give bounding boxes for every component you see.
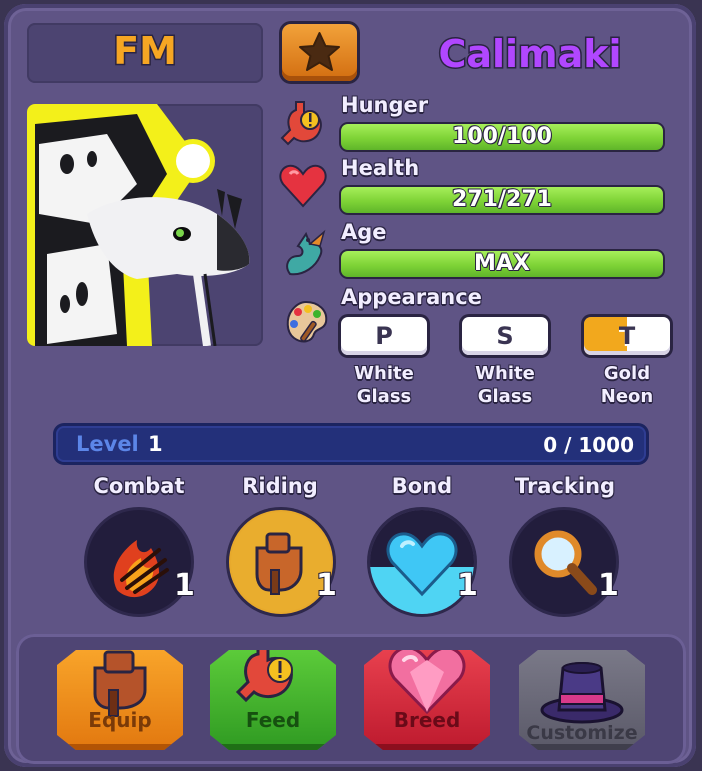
hunger-bar: 100/100 xyxy=(341,124,663,150)
age-bar: MAX xyxy=(341,251,663,277)
xp-value: 0 / 1000 xyxy=(543,433,634,457)
level-bar: Level 1 0 / 1000 xyxy=(56,426,646,462)
slot-name-line1: White xyxy=(354,363,414,384)
palette-icon xyxy=(286,300,328,343)
skill-label-combat: Combat xyxy=(93,474,185,498)
slot-name-line2: Neon xyxy=(600,386,654,407)
slot-letter: S xyxy=(496,322,514,350)
customize-button[interactable]: Customize xyxy=(519,650,645,750)
heart-icon xyxy=(279,164,327,208)
hunger-label: Hunger xyxy=(341,93,429,117)
breed-label: Breed xyxy=(393,708,461,732)
slot-letter: P xyxy=(375,322,393,350)
level-value: 1 xyxy=(148,432,163,456)
dragon-icon xyxy=(286,229,326,276)
feed-button[interactable]: Feed xyxy=(210,650,336,750)
slot-name-line1: White xyxy=(475,363,535,384)
appearance-slot-p-name: White Glass xyxy=(334,362,434,408)
feed-label: Feed xyxy=(245,708,301,732)
age-value: MAX xyxy=(474,251,530,276)
appearance-slot-t[interactable]: T xyxy=(584,317,670,355)
skill-level-bond: 1 xyxy=(456,567,479,604)
health-label: Health xyxy=(341,156,420,180)
appearance-label: Appearance xyxy=(341,285,482,309)
hunger-value: 100/100 xyxy=(452,124,552,149)
star-icon xyxy=(299,32,340,71)
appearance-slot-t-name: Gold Neon xyxy=(577,362,677,408)
skill-level-combat: 1 xyxy=(173,567,196,604)
equip-button[interactable]: Equip xyxy=(57,650,183,750)
skill-level-riding: 1 xyxy=(315,567,338,604)
slot-name-line2: Glass xyxy=(477,386,533,407)
equip-label: Equip xyxy=(88,708,152,732)
slot-name-line2: Glass xyxy=(356,386,412,407)
pet-name: Calimaki xyxy=(437,31,623,78)
breed-button[interactable]: Breed xyxy=(364,650,490,750)
slot-letter: T xyxy=(618,322,636,350)
skill-level-tracking: 1 xyxy=(597,567,620,604)
stomach-icon xyxy=(280,101,322,146)
skill-label-tracking: Tracking xyxy=(514,474,616,498)
pet-short-name: FM xyxy=(112,28,179,75)
health-value: 271/271 xyxy=(452,187,552,212)
level-label: Level xyxy=(76,432,139,456)
favorite-button[interactable] xyxy=(282,24,357,81)
health-bar: 271/271 xyxy=(341,187,663,213)
skill-label-riding: Riding xyxy=(242,474,318,498)
slot-name-line1: Gold xyxy=(603,363,651,384)
pet-portrait xyxy=(27,104,263,346)
appearance-slot-s[interactable]: S xyxy=(462,317,548,355)
appearance-slot-p[interactable]: P xyxy=(341,317,427,355)
skill-label-bond: Bond xyxy=(391,474,453,498)
appearance-slot-s-name: White Glass xyxy=(455,362,555,408)
customize-label: Customize xyxy=(526,722,638,744)
age-label: Age xyxy=(341,220,387,244)
